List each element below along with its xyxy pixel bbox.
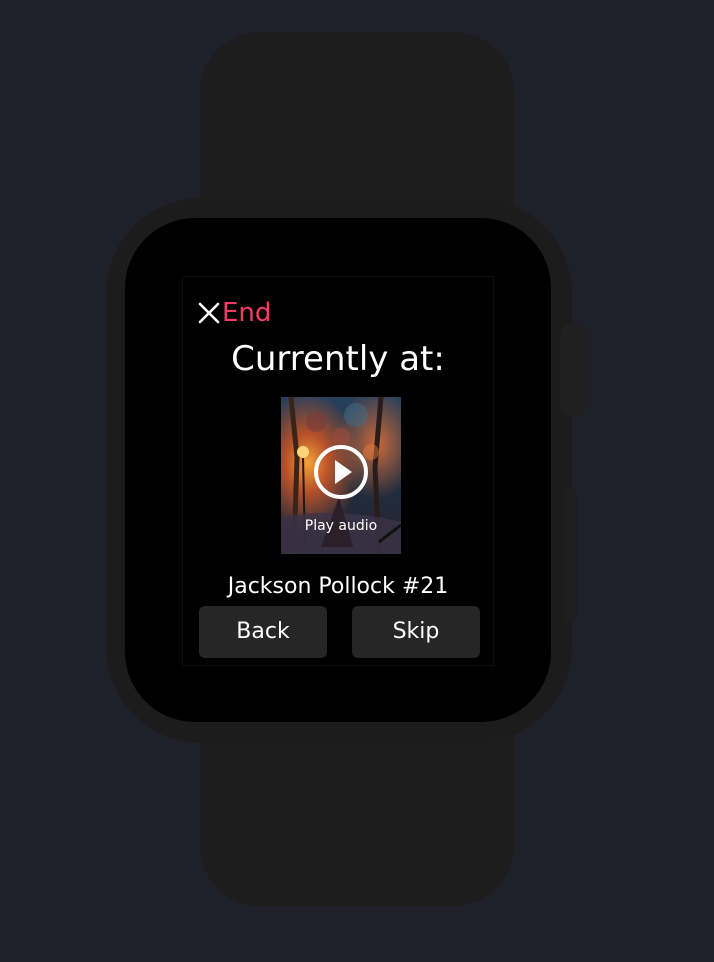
watch-band-bottom <box>200 730 514 906</box>
play-audio-button[interactable] <box>313 444 369 500</box>
artwork-thumbnail: Play audio <box>281 397 401 554</box>
close-icon <box>197 301 221 325</box>
digital-crown <box>560 324 588 416</box>
back-button[interactable]: Back <box>199 606 327 658</box>
artwork-title: Jackson Pollock #21 <box>227 574 449 599</box>
play-audio-label: Play audio <box>304 518 378 534</box>
watch-side-button <box>563 488 577 622</box>
end-label: End <box>222 298 272 328</box>
end-button[interactable]: End <box>197 297 271 329</box>
page-title: Currently at: <box>231 339 445 379</box>
skip-button[interactable]: Skip <box>352 606 480 658</box>
play-icon <box>314 445 368 499</box>
